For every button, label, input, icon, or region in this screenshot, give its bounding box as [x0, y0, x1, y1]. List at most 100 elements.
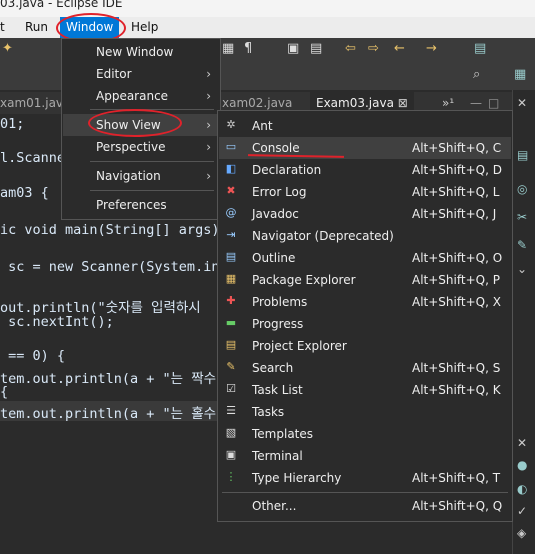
menu-item-editor[interactable]: Editor ›	[63, 63, 219, 85]
view-item-type-hierarchy[interactable]: ⋮ Type Hierarchy Alt+Shift+Q, T	[219, 467, 511, 489]
view-item-search[interactable]: ✎ Search Alt+Shift+Q, S	[219, 357, 511, 379]
package-explorer-icon: ▦	[225, 272, 237, 285]
view-item-problems[interactable]: ✚ Problems Alt+Shift+Q, X	[219, 291, 511, 313]
pilcrow-icon[interactable]: ¶	[244, 41, 252, 56]
menu-item-new-window[interactable]: New Window	[63, 41, 219, 63]
code-line-10: {	[0, 384, 9, 400]
menu-file[interactable]: t	[0, 17, 5, 38]
code-line-1: 01;	[0, 116, 25, 132]
view-item-outline[interactable]: ▤ Outline Alt+Shift+Q, O	[219, 247, 511, 269]
search-icon[interactable]: ⌕	[473, 67, 480, 82]
navigator-icon: ⇥	[226, 228, 236, 241]
menu-separator	[90, 161, 214, 162]
view-item-label: Project Explorer	[252, 339, 347, 353]
chevron-right-icon: ›	[206, 89, 211, 103]
type-hierarchy-icon: ⋮	[225, 470, 237, 483]
open-perspective-icon[interactable]: ▤	[474, 41, 486, 56]
close-icon-2[interactable]: ✕	[517, 436, 527, 450]
project-explorer-icon: ▤	[225, 338, 237, 351]
terminal-icon: ▣	[225, 448, 237, 461]
view-item-label: Tasks	[252, 405, 285, 419]
view-item-progress[interactable]: ▬ Progress	[219, 313, 511, 335]
view-icon-3[interactable]: ◈	[517, 526, 526, 540]
view-icon-2[interactable]: ◐	[517, 482, 527, 496]
view-item-label: Package Explorer	[252, 273, 356, 287]
forward-icon[interactable]: →	[426, 41, 437, 56]
hide-fields-icon[interactable]: ✂	[517, 210, 527, 224]
view-item-shortcut: Alt+Shift+Q, C	[412, 141, 502, 155]
view-item-label: Outline	[252, 251, 296, 265]
view-item-ant[interactable]: ✲ Ant	[219, 115, 511, 137]
view-icon[interactable]: ●	[517, 458, 527, 472]
console-icon: ▭	[225, 140, 237, 153]
toolbar-icon-2[interactable]: ▣	[287, 41, 299, 56]
view-item-label: Problems	[252, 295, 308, 309]
back-icon[interactable]: ←	[394, 41, 405, 56]
view-item-label: Error Log	[252, 185, 307, 199]
menu-separator	[222, 492, 508, 493]
code-line-2: l.Scanne	[0, 150, 66, 166]
new-icon[interactable]: ✦	[2, 41, 13, 56]
view-item-declaration[interactable]: ◧ Declaration Alt+Shift+Q, D	[219, 159, 511, 181]
code-line-5: sc = new Scanner(System.in	[0, 259, 220, 275]
menu-help[interactable]: Help	[131, 17, 158, 38]
tab-exam03-label: Exam03.java	[316, 96, 394, 110]
view-item-other[interactable]: Other... Alt+Shift+Q, Q	[219, 495, 511, 517]
link-icon[interactable]: ✎	[517, 238, 527, 252]
view-item-navigator[interactable]: ⇥ Navigator (Deprecated)	[219, 225, 511, 247]
chevron-right-icon: ›	[206, 67, 211, 81]
view-item-shortcut: Alt+Shift+Q, O	[412, 251, 503, 265]
view-item-error-log[interactable]: ✖ Error Log Alt+Shift+Q, L	[219, 181, 511, 203]
menu-item-navigation[interactable]: Navigation ›	[63, 165, 219, 187]
view-item-label: Declaration	[252, 163, 322, 177]
ant-icon: ✲	[226, 118, 236, 131]
view-item-label: Other...	[252, 499, 297, 513]
menu-item-appearance[interactable]: Appearance ›	[63, 85, 219, 107]
view-item-shortcut: Alt+Shift+Q, J	[412, 207, 497, 221]
code-line-8: == 0) {	[0, 348, 66, 364]
show-view-menu: ✲ Ant ▭ Console Alt+Shift+Q, C ◧ Declaration…	[217, 110, 513, 522]
view-item-label: Ant	[252, 119, 273, 133]
view-item-templates[interactable]: ▧ Templates	[219, 423, 511, 445]
chevron-right-icon: ›	[206, 140, 211, 154]
chevron-right-icon: ›	[206, 118, 211, 132]
view-item-label: Terminal	[252, 449, 303, 463]
view-item-tasks[interactable]: ☰ Tasks	[219, 401, 511, 423]
progress-icon: ▬	[225, 316, 237, 329]
perspective-icon[interactable]: ▦	[514, 67, 526, 82]
close-icon[interactable]: ⊠	[398, 96, 408, 110]
hierarchy-icon[interactable]: ◎	[517, 182, 527, 196]
menu-item-perspective[interactable]: Perspective ›	[63, 136, 219, 158]
chevron-right-icon: ›	[206, 169, 211, 183]
close-icon[interactable]: ✕	[517, 96, 527, 110]
task-list-icon: ☑	[226, 382, 236, 395]
menu-run[interactable]: Run	[25, 17, 48, 38]
view-item-shortcut: Alt+Shift+Q, S	[412, 361, 501, 375]
view-item-shortcut: Alt+Shift+Q, X	[412, 295, 501, 309]
code-line-11: tem.out.println(a + "는 홀수	[0, 406, 217, 422]
toolbar-icon-3[interactable]: ▤	[310, 41, 322, 56]
view-item-project-explorer[interactable]: ▤ Project Explorer	[219, 335, 511, 357]
next-annotation-icon[interactable]: ⇨	[368, 41, 379, 56]
prev-annotation-icon[interactable]: ⇦	[345, 41, 356, 56]
view-item-shortcut: Alt+Shift+Q, P	[412, 273, 500, 287]
code-line-9: tem.out.println(a + "는 짝수	[0, 371, 217, 387]
view-item-shortcut: Alt+Shift+Q, Q	[412, 499, 503, 513]
view-item-label: Type Hierarchy	[252, 471, 342, 485]
pin-icon[interactable]: ✓	[517, 504, 527, 518]
view-item-task-list[interactable]: ☑ Task List Alt+Shift+Q, K	[219, 379, 511, 401]
view-item-shortcut: Alt+Shift+Q, L	[412, 185, 500, 199]
view-item-label: Task List	[252, 383, 303, 397]
error-log-icon: ✖	[226, 184, 236, 197]
view-item-javadoc[interactable]: @ Javadoc Alt+Shift+Q, J	[219, 203, 511, 225]
chevron-down-icon[interactable]: ⌄	[517, 262, 527, 276]
menu-item-preferences[interactable]: Preferences	[63, 194, 219, 216]
tab-exam01[interactable]: xam01.java	[0, 92, 70, 114]
view-item-label: Progress	[252, 317, 304, 331]
tasks-icon: ☰	[226, 404, 236, 417]
problems-icon: ✚	[226, 294, 236, 307]
toolbar-icon[interactable]: ▦	[222, 41, 234, 56]
outline-icon[interactable]: ▤	[517, 148, 528, 162]
view-item-terminal[interactable]: ▣ Terminal	[219, 445, 511, 467]
view-item-package-explorer[interactable]: ▦ Package Explorer Alt+Shift+Q, P	[219, 269, 511, 291]
